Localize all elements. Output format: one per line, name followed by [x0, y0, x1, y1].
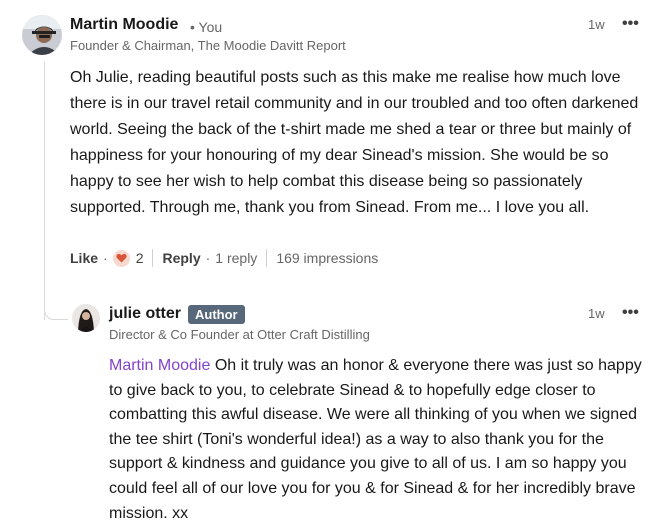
- comment-author-name[interactable]: Martin Moodie: [70, 16, 178, 34]
- separator-dot: ·: [103, 250, 108, 266]
- reply-body: Oh it truly was an honor & everyone ther…: [109, 357, 642, 522]
- comment-author-headline: Founder & Chairman, The Moodie Davitt Re…: [70, 38, 346, 53]
- reply-author-headline: Director & Co Founder at Otter Craft Dis…: [109, 327, 370, 342]
- reply-count[interactable]: 1 reply: [215, 250, 257, 266]
- reply-text: Martin Moodie Oh it truly was an honor &…: [109, 354, 649, 526]
- thread-connector: [44, 292, 68, 320]
- mention-link[interactable]: Martin Moodie: [109, 357, 210, 374]
- author-badge: Author: [188, 305, 245, 324]
- thread-line: [44, 62, 45, 320]
- more-icon[interactable]: •••: [622, 16, 639, 32]
- avatar-julie-image: [72, 304, 100, 332]
- like-button[interactable]: Like: [70, 250, 98, 266]
- impressions-count[interactable]: 169 impressions: [276, 250, 378, 266]
- comment-text: Oh Julie, reading beautiful posts such a…: [70, 69, 639, 216]
- avatar[interactable]: [72, 304, 100, 332]
- divider: [152, 249, 154, 267]
- avatar-martin-image: [22, 15, 62, 55]
- reply-button[interactable]: Reply: [162, 250, 200, 266]
- avatar[interactable]: [22, 15, 62, 55]
- separator-dot: ·: [205, 250, 211, 266]
- divider: [266, 249, 268, 267]
- comment-timestamp: 1w: [588, 17, 605, 32]
- heart-icon[interactable]: [112, 249, 130, 267]
- reaction-count[interactable]: 2: [136, 250, 144, 266]
- comment-actions: Like · 2 Reply · 1 reply 169 impressions: [70, 246, 378, 270]
- more-icon[interactable]: •••: [622, 305, 639, 321]
- you-label: • You: [190, 19, 223, 35]
- reply-timestamp: 1w: [588, 306, 605, 321]
- reply-author-name[interactable]: julie otter: [109, 305, 181, 323]
